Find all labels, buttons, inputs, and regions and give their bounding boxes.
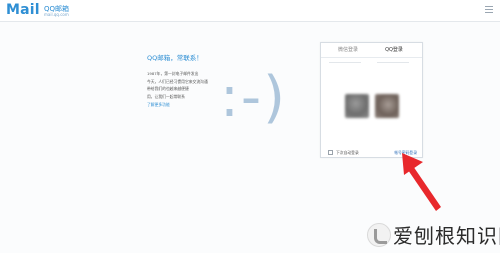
auto-login-label: 下次自动登录 bbox=[336, 150, 359, 155]
watermark: 爱刨根知识网 bbox=[367, 221, 500, 251]
account-avatar[interactable] bbox=[345, 94, 369, 118]
qq-mail-logo[interactable]: Mail QQ邮箱 mail.qq.com bbox=[6, 2, 76, 20]
login-tabs: 微信登录 QQ登录 bbox=[321, 43, 422, 58]
account-avatar[interactable] bbox=[375, 94, 399, 118]
tab-wechat-login[interactable]: 微信登录 bbox=[331, 46, 365, 55]
watermark-logo-icon bbox=[367, 223, 391, 247]
top-header-bar: Mail QQ邮箱 mail.qq.com bbox=[0, 0, 500, 22]
welcome-title: QQ邮箱，常联系！ bbox=[147, 54, 203, 62]
auto-login-checkbox[interactable] bbox=[328, 150, 333, 155]
logo-domain: mail.qq.com bbox=[44, 12, 69, 17]
sub-tab-divider bbox=[327, 62, 416, 66]
watermark-text: 爱刨根知识网 bbox=[393, 224, 500, 248]
logo-mail-word: Mail bbox=[6, 2, 40, 18]
menu-icon[interactable] bbox=[485, 6, 493, 14]
tab-qq-login[interactable]: QQ登录 bbox=[377, 46, 411, 55]
password-login-link[interactable]: 帐号密码登录 bbox=[394, 149, 417, 156]
arrow-shaft bbox=[408, 166, 441, 211]
smiley-face: :-) bbox=[220, 65, 287, 130]
login-panel: 微信登录 QQ登录 下次自动登录 帐号密码登录 bbox=[320, 42, 423, 158]
quick-login-avatars bbox=[345, 94, 402, 118]
